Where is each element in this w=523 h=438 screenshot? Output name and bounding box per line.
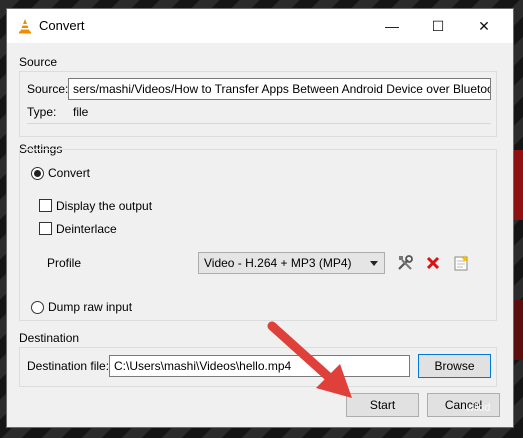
title-bar: Convert — ☐ ✕ — [7, 9, 513, 43]
display-output-checkbox[interactable] — [39, 199, 52, 212]
profile-select[interactable]: Video - H.264 + MP3 (MP4) — [198, 252, 385, 274]
watermark: wikid — [466, 402, 491, 414]
display-output-label: Display the output — [56, 199, 153, 213]
start-button[interactable]: Start — [346, 393, 419, 417]
dump-raw-label: Dump raw input — [48, 300, 133, 314]
new-document-icon — [454, 255, 469, 271]
source-separator — [27, 123, 491, 124]
vlc-cone-icon — [19, 19, 31, 34]
profile-label: Profile — [47, 256, 82, 270]
new-profile-button[interactable] — [450, 252, 472, 274]
maximize-button[interactable]: ☐ — [415, 9, 461, 43]
deinterlace-checkbox[interactable] — [39, 222, 52, 235]
source-path-field[interactable]: sers/mashi/Videos/How to Transfer Apps B… — [68, 78, 491, 100]
window-title: Convert — [39, 18, 85, 33]
source-group-label: Source — [19, 55, 58, 69]
close-button[interactable]: ✕ — [461, 9, 507, 43]
dump-raw-radio[interactable] — [31, 301, 44, 314]
type-value: file — [73, 105, 89, 119]
minimize-button[interactable]: — — [369, 9, 415, 43]
browse-button[interactable]: Browse — [418, 354, 491, 378]
deinterlace-label: Deinterlace — [56, 222, 117, 236]
source-label: Source: — [27, 82, 69, 96]
destination-file-label: Destination file: — [27, 359, 110, 373]
convert-radio[interactable] — [31, 167, 44, 180]
destination-file-field[interactable]: C:\Users\mashi\Videos\hello.mp4 — [109, 355, 410, 377]
destination-group-label: Destination — [19, 331, 80, 345]
red-x-icon — [426, 256, 440, 270]
profile-select-value: Video - H.264 + MP3 (MP4) — [204, 256, 352, 270]
type-label: Type: — [27, 105, 57, 119]
chevron-down-icon — [370, 261, 378, 266]
tools-icon — [398, 255, 413, 270]
edit-profile-button[interactable] — [394, 252, 416, 274]
delete-profile-button[interactable] — [422, 252, 444, 274]
convert-label: Convert — [48, 166, 91, 180]
convert-dialog: Convert — ☐ ✕ Source Source: sers/mashi/… — [6, 8, 514, 428]
